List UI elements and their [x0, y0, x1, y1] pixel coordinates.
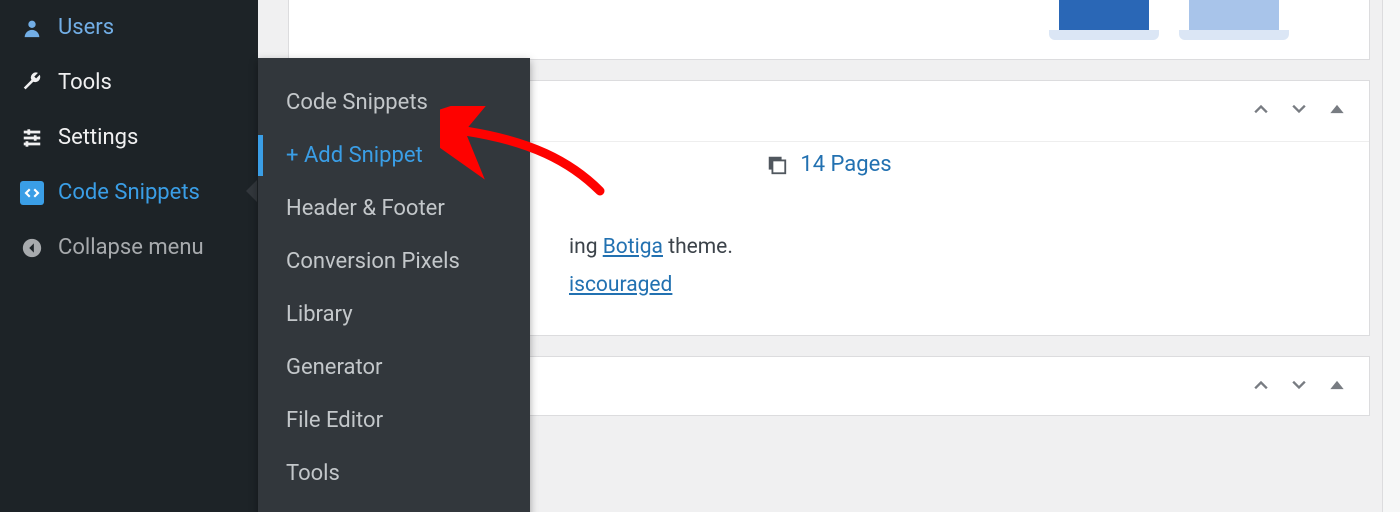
discouraged-link[interactable]: iscouraged [569, 273, 672, 297]
laptops-illustration [1049, 0, 1309, 40]
code-snippets-flyout: Code Snippets + Add Snippet Header & Foo… [258, 58, 530, 512]
sidebar-collapse-button[interactable]: Collapse menu [0, 220, 258, 275]
sidebar-item-settings[interactable]: Settings [0, 110, 258, 165]
panel-up-icon[interactable] [1251, 99, 1271, 123]
sidebar-item-label: Tools [58, 70, 112, 95]
theme-text-suffix: theme. [663, 235, 733, 259]
flyout-item-header-footer[interactable]: Header & Footer [258, 182, 530, 235]
right-gutter [1382, 0, 1400, 512]
panel-collapse-icon[interactable] [1327, 99, 1347, 123]
flyout-item-generator[interactable]: Generator [258, 341, 530, 394]
panel-down-icon[interactable] [1289, 99, 1309, 123]
flyout-header[interactable]: Code Snippets [258, 76, 530, 129]
sidebar-item-label: Code Snippets [58, 180, 200, 205]
sidebar-item-code-snippets[interactable]: Code Snippets [0, 165, 258, 220]
panel-collapse-icon[interactable] [1327, 375, 1347, 399]
theme-link[interactable]: Botiga [603, 235, 663, 259]
wrench-icon [20, 71, 44, 95]
admin-sidebar: Users Tools Settings Code Snippets Colla… [0, 0, 258, 512]
sidebar-item-users[interactable]: Users [0, 0, 258, 55]
code-icon [20, 181, 44, 205]
sidebar-item-label: Settings [58, 125, 138, 150]
pages-count-link[interactable]: 14 Pages [800, 152, 891, 177]
sidebar-item-tools[interactable]: Tools [0, 55, 258, 110]
theme-text-prefix: ing [569, 235, 603, 259]
users-icon [20, 16, 44, 40]
flyout-item-library[interactable]: Library [258, 288, 530, 341]
sidebar-item-label: Collapse menu [58, 235, 204, 260]
banner-panel [288, 0, 1370, 60]
pages-stack-icon [766, 154, 788, 176]
flyout-item-settings[interactable]: Settings [258, 500, 530, 512]
collapse-arrow-icon [20, 236, 44, 260]
sliders-icon [20, 126, 44, 150]
flyout-item-add-snippet[interactable]: + Add Snippet [258, 129, 530, 182]
flyout-item-file-editor[interactable]: File Editor [258, 394, 530, 447]
panel-down-icon[interactable] [1289, 375, 1309, 399]
flyout-item-tools[interactable]: Tools [258, 447, 530, 500]
panel-up-icon[interactable] [1251, 375, 1271, 399]
flyout-wedge [246, 180, 257, 202]
sidebar-item-label: Users [58, 15, 114, 40]
flyout-item-conversion-pixels[interactable]: Conversion Pixels [258, 235, 530, 288]
